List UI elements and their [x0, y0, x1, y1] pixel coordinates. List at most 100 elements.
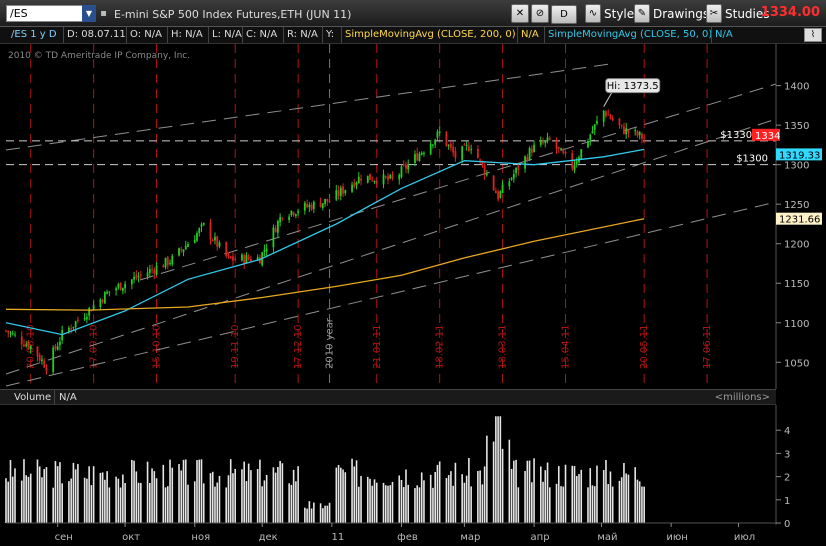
candle-body	[454, 151, 457, 158]
candle-body	[593, 124, 596, 131]
candle-body	[360, 178, 362, 181]
candle-body	[328, 200, 331, 202]
month-label: окт	[122, 532, 140, 543]
volume-bar	[353, 466, 356, 523]
style-icon[interactable]: ∿	[585, 4, 601, 23]
volume-bar	[281, 463, 284, 523]
candle-body	[279, 217, 282, 223]
volume-bar	[70, 478, 72, 523]
volume-bar	[122, 474, 124, 523]
volume-bar	[517, 487, 520, 523]
candle-body	[52, 347, 55, 372]
candle-body	[339, 187, 342, 196]
volume-bar	[25, 475, 28, 523]
date-marker-label: 17.12.10	[293, 324, 304, 369]
volume-bar	[104, 479, 106, 523]
volume-bar	[187, 484, 189, 523]
volume-bar	[77, 464, 79, 523]
volume-bar	[510, 468, 513, 523]
volume-bar	[137, 482, 140, 523]
volume-chart[interactable]: 0 1 2 3 4 сен окт ноя дек 11 фев мар апр май июн июл	[0, 405, 826, 546]
candle-body	[371, 179, 374, 181]
candle-body	[41, 359, 43, 362]
candle-body	[373, 180, 376, 182]
volume-bar	[279, 461, 281, 523]
zoom-icon[interactable]: ⊘	[531, 4, 549, 23]
volume-value: N/A	[54, 390, 81, 405]
sma200-label[interactable]: SimpleMovingAvg (CLOSE, 200, 0)	[341, 27, 519, 43]
candle-body	[227, 254, 230, 256]
volume-bar	[375, 482, 378, 523]
drawings-icon[interactable]: ✎	[634, 4, 650, 23]
volume-bar	[322, 508, 324, 523]
candle-body	[70, 328, 73, 330]
candle-body	[27, 342, 30, 349]
volume-bar	[216, 482, 219, 523]
volume-bar	[470, 486, 472, 523]
sma50-label[interactable]: SimpleMovingAvg (CLOSE, 50, 0)	[544, 27, 715, 43]
symbol-dropdown-icon[interactable]: ▼	[82, 5, 96, 22]
candle-body	[564, 151, 567, 154]
volume-bar	[483, 466, 486, 523]
volume-bar	[587, 487, 589, 523]
volume-bar	[250, 470, 252, 523]
candle-body	[461, 146, 464, 160]
candle-body	[74, 321, 77, 328]
volume-bar	[463, 482, 466, 523]
candle-body	[36, 346, 39, 357]
volume-tick-label: 1	[784, 496, 790, 507]
volume-bar	[366, 476, 369, 523]
candle-body	[182, 249, 185, 253]
volume-bar	[605, 459, 607, 523]
volume-bar	[591, 485, 594, 523]
candle-body	[357, 176, 360, 184]
candle-body	[169, 262, 171, 264]
copyright-text: 2010 © TD Ameritrade IP Company, Inc.	[8, 51, 190, 61]
drawings-button[interactable]: Drawings	[653, 7, 709, 21]
drawing-set-button[interactable]: D	[551, 5, 577, 24]
candle-body	[225, 242, 228, 256]
style-button[interactable]: Style	[604, 7, 634, 21]
date-marker-label: 17.09.10	[89, 324, 100, 369]
volume-bar	[149, 482, 151, 523]
volume-bar	[402, 487, 405, 523]
volume-bar	[319, 503, 322, 523]
candle-body	[560, 148, 562, 150]
volume-bar	[263, 480, 266, 523]
candle-body	[250, 258, 252, 262]
price-tick-label: 1250	[784, 200, 809, 211]
candle-body	[492, 175, 495, 191]
volume-bar	[229, 459, 232, 523]
candle-body	[528, 148, 531, 161]
candle-body	[452, 146, 455, 153]
candle-body	[178, 248, 180, 256]
volume-bar	[634, 467, 636, 523]
crosshair-icon[interactable]: ✕	[511, 4, 529, 23]
candle-body	[232, 256, 234, 261]
chart-settings-icon[interactable]: ⌇	[804, 28, 822, 42]
candle-body	[25, 344, 28, 347]
volume-bar	[304, 507, 306, 523]
candle-body	[432, 144, 434, 146]
candle-body	[119, 282, 122, 291]
volume-bar	[416, 485, 419, 523]
volume-bar	[452, 485, 454, 523]
candle-body	[611, 118, 614, 121]
candle-body	[625, 128, 628, 135]
volume-bar	[524, 471, 526, 523]
candle-body	[467, 146, 470, 152]
candle-body	[638, 131, 641, 136]
volume-bar	[5, 478, 7, 523]
candle-body	[288, 216, 291, 221]
candle-body	[196, 233, 198, 241]
link-icon[interactable]: ▪	[98, 6, 109, 21]
studies-icon[interactable]: ✂	[706, 4, 722, 23]
sma200-value: N/A	[517, 27, 542, 43]
aggregation-label[interactable]: /ES 1 y D	[8, 27, 60, 43]
volume-bar	[274, 472, 277, 523]
volume-bar	[54, 461, 57, 523]
price-chart[interactable]: 20.08.1017.09.1015.10.1019.11.1017.12.10…	[0, 44, 826, 389]
volume-bar	[27, 476, 30, 523]
volume-bar	[218, 475, 221, 523]
volume-bar	[461, 474, 463, 523]
